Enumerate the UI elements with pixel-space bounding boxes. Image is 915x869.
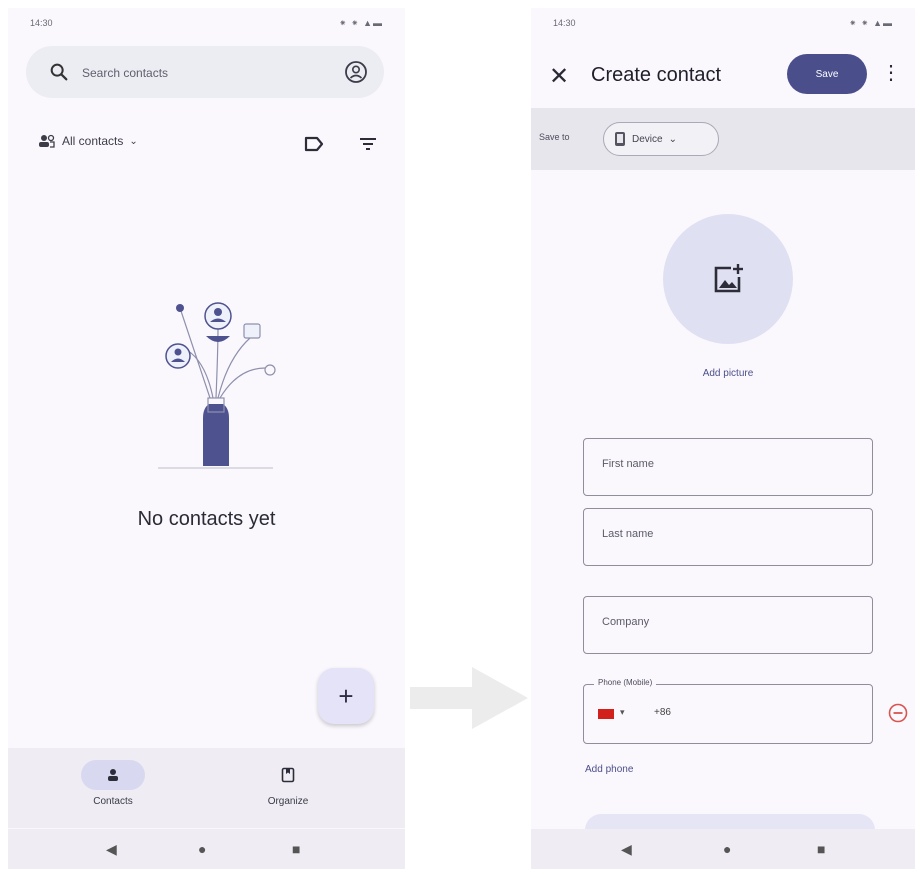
home-icon[interactable]: ●	[723, 841, 731, 857]
home-icon[interactable]: ●	[198, 841, 206, 857]
nav-organize[interactable]: Organize	[228, 760, 348, 807]
first-name-input[interactable]	[600, 457, 854, 471]
empty-state-text: No contacts yet	[137, 508, 276, 530]
search-icon	[50, 63, 68, 81]
transition-arrow-icon	[410, 667, 528, 729]
search-input[interactable]	[80, 60, 314, 86]
add-picture-button[interactable]	[663, 214, 793, 344]
system-nav-bar: ◀ ● ■	[8, 829, 405, 869]
page-title: Create contact	[591, 64, 722, 86]
phone-field[interactable]: Phone (Mobile) ▾ +86	[583, 678, 873, 744]
back-icon[interactable]: ◀	[621, 841, 632, 858]
chevron-down-icon: ⌄	[668, 133, 677, 145]
remove-phone-icon[interactable]	[887, 702, 909, 724]
all-contacts-dropdown[interactable]: All contacts ⌄	[38, 134, 138, 148]
company-field[interactable]	[583, 596, 873, 654]
more-vert-icon[interactable]: ⋮	[881, 60, 901, 85]
caret-down-icon[interactable]: ▾	[620, 707, 625, 718]
account-icon[interactable]	[344, 60, 368, 84]
save-button[interactable]: Save	[787, 54, 867, 94]
person-icon	[108, 769, 118, 781]
status-time: 14:30	[553, 18, 576, 28]
close-icon[interactable]: ✕	[549, 62, 569, 91]
nav-contacts-label: Contacts	[93, 796, 133, 807]
top-app-bar: ✕ Create contact Save ⋮	[531, 48, 915, 104]
company-input[interactable]	[600, 615, 854, 629]
nav-contacts[interactable]: Contacts	[53, 760, 173, 807]
back-icon[interactable]: ◀	[106, 841, 117, 858]
filter-icon[interactable]	[356, 132, 380, 156]
status-icons: ⁕ ⁕ ▲▬	[849, 18, 893, 28]
bottom-nav: Contacts Organize	[8, 748, 405, 828]
status-icons: ⁕ ⁕ ▲▬	[339, 18, 383, 28]
country-flag-icon[interactable]	[598, 709, 614, 719]
phone-field-label: Phone (Mobile)	[594, 678, 657, 687]
empty-vase-illustration	[158, 302, 276, 469]
label-icon[interactable]	[302, 132, 326, 156]
add-picture-label[interactable]: Add picture	[531, 368, 915, 379]
phone-device-icon	[615, 132, 625, 146]
first-name-field[interactable]	[583, 438, 873, 496]
all-contacts-label: All contacts	[62, 134, 124, 148]
recents-icon[interactable]: ■	[292, 841, 300, 857]
last-name-input[interactable]	[600, 527, 854, 541]
country-code[interactable]: +86	[654, 707, 671, 718]
status-time: 14:30	[30, 18, 53, 28]
nav-organize-label: Organize	[267, 796, 309, 807]
recents-icon[interactable]: ■	[817, 841, 825, 857]
last-name-field[interactable]	[583, 508, 873, 566]
add-contact-button[interactable]: +	[318, 668, 374, 724]
people-icon	[39, 134, 55, 148]
contacts-screen: 14:30 ⁕ ⁕ ▲▬ All contacts ⌄	[8, 8, 405, 869]
save-to-bar: Save to Device ⌄	[531, 108, 915, 170]
save-to-label: Save to	[539, 132, 570, 142]
create-contact-screen: 14:30 ⁕ ⁕ ▲▬ ✕ Create contact Save ⋮ Sav…	[531, 8, 915, 869]
filter-row: All contacts ⌄	[26, 130, 384, 158]
device-chip-label: Device	[632, 133, 663, 145]
bookmark-box-icon	[281, 767, 295, 783]
system-nav-bar: ◀ ● ■	[531, 829, 915, 869]
search-bar[interactable]	[26, 46, 384, 98]
device-chip[interactable]: Device ⌄	[603, 122, 719, 156]
add-photo-icon	[714, 264, 743, 293]
chevron-down-icon: ⌄	[129, 135, 138, 147]
add-phone-link[interactable]: Add phone	[585, 764, 633, 775]
